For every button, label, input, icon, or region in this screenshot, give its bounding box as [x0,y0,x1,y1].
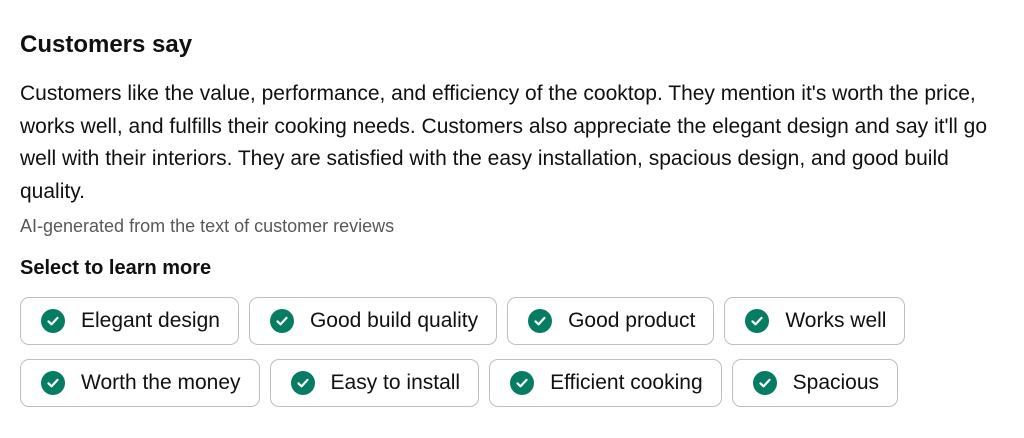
aspect-chip-spacious[interactable]: Spacious [731,359,899,407]
aspect-chip-label: Good build quality [309,309,479,332]
review-summary: Customers like the value, performance, a… [20,82,988,203]
select-to-learn-more-heading: Select to learn more [20,257,212,279]
check-circle-icon [752,371,777,395]
aspect-chip-label: Elegant design [81,309,220,332]
check-circle-icon [290,371,315,395]
aspect-chip-label: Efficient cooking [550,371,703,394]
check-circle-icon [41,371,65,395]
aspect-chip-worth-the-money[interactable]: Worth the money [20,359,260,407]
aspect-chip-label: Works well [785,309,887,332]
aspect-chip-good-product[interactable]: Good product [507,297,715,345]
check-circle-icon [269,309,294,333]
check-circle-icon [510,371,535,395]
aspect-chip-efficient-cooking[interactable]: Efficient cooking [489,359,722,407]
check-circle-icon [745,309,770,333]
aspect-chip-label: Easy to install [330,371,461,394]
aspect-chips-row-2: Worth the money Easy to install Efficien… [20,359,1004,407]
aspect-chip-label: Worth the money [81,371,241,394]
customers-say-section: Customers say Customers like the value, … [0,0,1004,407]
aspect-chip-easy-to-install[interactable]: Easy to install [269,359,480,407]
check-circle-icon [41,309,65,333]
section-title: Customers say [20,31,193,58]
aspect-chip-elegant-design[interactable]: Elegant design [20,297,239,345]
aspect-chips-row-1: Elegant design Good build quality Good p… [20,297,1004,345]
check-circle-icon [528,309,553,333]
aspect-chip-label: Spacious [792,371,880,394]
aspect-chip-works-well[interactable]: Works well [724,297,906,345]
aspect-chip-label: Good product [568,309,696,332]
ai-generated-note: AI-generated from the text of customer r… [20,216,395,236]
aspect-chip-good-build-quality[interactable]: Good build quality [248,297,498,345]
